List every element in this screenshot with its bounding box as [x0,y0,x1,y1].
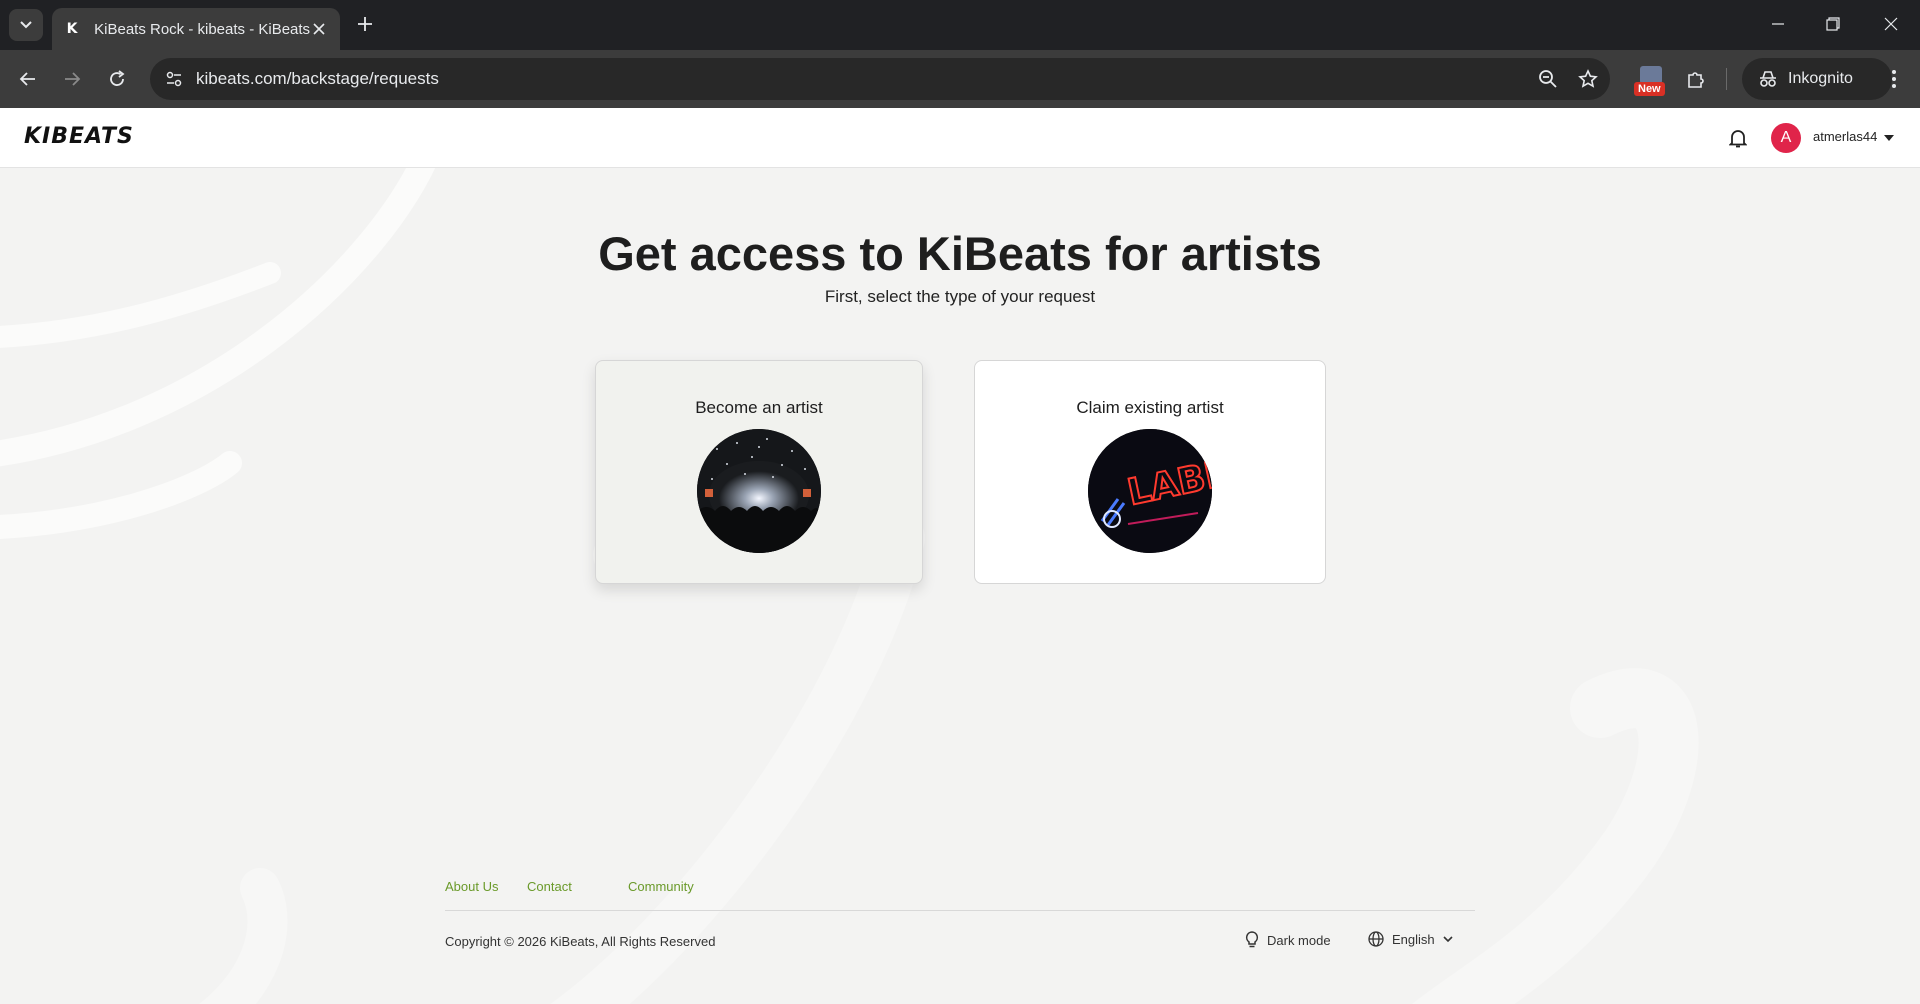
page-title: Get access to KiBeats for artists [598,227,1322,280]
kibeats-favicon-icon: K [66,21,78,37]
extensions-puzzle-icon[interactable] [1682,65,1710,93]
chevron-down-icon [20,21,32,29]
forward-button[interactable] [56,63,88,95]
tab-title: KiBeats Rock - kibeats - KiBeats [94,20,311,38]
neon-label-sign-image: LABEL [1088,429,1212,553]
extension-new-button[interactable]: New [1634,62,1668,98]
restore-icon [1826,17,1840,31]
card-title: Claim existing artist [1076,398,1224,417]
bookmark-star-icon[interactable] [1576,67,1600,91]
page-subtitle: First, select the type of your request [824,287,1096,306]
tab-search-button[interactable] [9,9,43,41]
zoom-icon[interactable] [1536,67,1560,91]
become-artist-card[interactable]: Become an artist [595,360,923,584]
reload-icon [110,70,125,86]
arrow-right-icon [65,72,81,86]
close-icon [1884,17,1898,31]
new-tab-button[interactable] [353,10,377,38]
browser-toolbar: kibeats.com/backstage/requests New Inkog… [0,50,1920,108]
browser-tab-active[interactable]: K KiBeats Rock - kibeats - KiBeats [52,8,340,50]
url-text[interactable]: kibeats.com/backstage/requests [196,69,439,89]
globe-icon [1368,931,1384,947]
back-button[interactable] [12,63,44,95]
card-title: Become an artist [695,398,823,417]
chevron-down-icon [1443,936,1453,943]
restore-button[interactable] [1815,8,1851,40]
reload-button[interactable] [101,63,133,95]
language-label: English [1392,931,1435,947]
minimize-button[interactable] [1760,8,1796,40]
extension-new-badge: New [1634,82,1665,96]
dark-mode-toggle[interactable]: Dark mode [1245,931,1331,949]
copyright-text: Copyright © 2026 KiBeats, All Rights Res… [445,934,716,949]
footer-divider [445,910,1475,911]
concert-crowd-image [697,429,821,553]
plus-icon [358,17,372,31]
browser-tab-strip: K KiBeats Rock - kibeats - KiBeats [0,0,1920,50]
footer-link-community[interactable]: Community [628,879,694,894]
address-bar[interactable]: kibeats.com/backstage/requests [150,58,1610,100]
more-vert-icon [1892,70,1896,88]
caret-down-icon[interactable] [1882,128,1896,148]
footer-link-about-us[interactable]: About Us [445,879,498,894]
dark-mode-label: Dark mode [1267,932,1331,948]
minimize-icon [1772,23,1784,25]
site-header: KIBEATS A atmerlas44 [0,108,1920,168]
footer-link-contact[interactable]: Contact [527,879,572,894]
username-label[interactable]: atmerlas44 [1813,129,1877,144]
arrow-left-icon [19,72,35,86]
kibeats-page: KIBEATS A atmerlas44 Get access to KiBea… [0,108,1920,1004]
site-settings-icon[interactable] [162,67,186,91]
user-avatar[interactable]: A [1771,123,1801,153]
incognito-profile-button[interactable]: Inkognito [1742,58,1892,100]
notifications-bell-icon[interactable] [1726,126,1750,150]
browser-menu-button[interactable] [1880,63,1908,95]
close-icon[interactable] [310,19,328,39]
incognito-label: Inkognito [1788,70,1853,87]
claim-artist-card[interactable]: Claim existing artist LABEL [974,360,1326,584]
language-selector[interactable]: English [1368,931,1453,947]
close-window-button[interactable] [1873,8,1909,40]
incognito-icon [1760,71,1776,87]
toolbar-divider [1726,68,1727,90]
lightbulb-icon [1245,931,1259,948]
kibeats-logo[interactable]: KIBEATS [24,124,134,149]
